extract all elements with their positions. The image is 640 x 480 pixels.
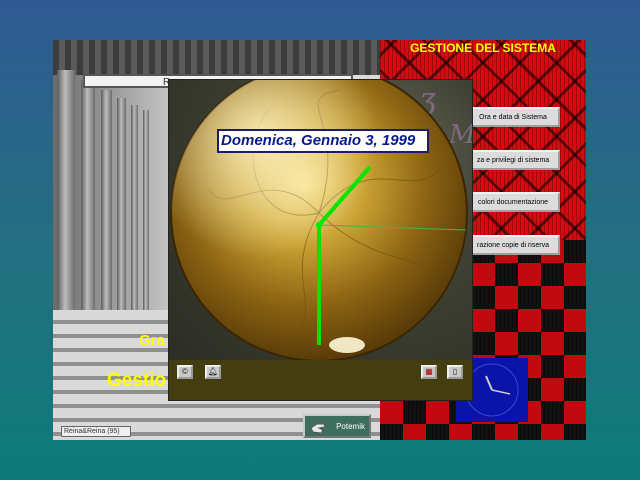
app-window: R Gra Gestio Reina&Reina (95) Potemik GE… bbox=[53, 40, 586, 440]
gold-clock-face bbox=[170, 80, 468, 360]
potpourri-button-label: Potemik bbox=[336, 421, 365, 431]
backup-copies-button[interactable]: razione copie di riserva bbox=[466, 235, 560, 255]
copyright-button[interactable]: © bbox=[177, 365, 193, 379]
potpourri-button[interactable]: Potemik bbox=[303, 414, 371, 438]
gra-label: Gra bbox=[139, 332, 165, 349]
date-display-field[interactable]: Domenica, Gennaio 3, 1999 bbox=[217, 129, 429, 153]
copyright-icon: © bbox=[182, 367, 188, 376]
calendar-icon: ▦ bbox=[425, 367, 433, 376]
status-field: Reina&Reina (95) bbox=[61, 426, 131, 437]
calendar-button[interactable]: ▦ bbox=[421, 365, 437, 379]
bell-icon: 🔔︎ bbox=[207, 367, 219, 376]
colonnade-columns bbox=[53, 70, 173, 320]
exit-icon: ▯ bbox=[452, 367, 458, 376]
date-clock-window: ʒ M T bbox=[168, 79, 473, 401]
documentation-colors-button[interactable]: colori documentazione bbox=[466, 192, 560, 212]
exit-button[interactable]: ▯ bbox=[447, 365, 463, 379]
gestio-label: Gestio bbox=[107, 370, 167, 391]
hand-icon bbox=[310, 423, 326, 434]
system-time-date-button[interactable]: Ora e data di Sistema bbox=[466, 107, 560, 127]
system-panel-title: GESTIONE DEL SISTEMA bbox=[410, 41, 556, 55]
security-privileges-button[interactable]: za e privilegi di sistema bbox=[466, 150, 560, 170]
alarm-button[interactable]: 🔔︎ bbox=[205, 365, 221, 379]
